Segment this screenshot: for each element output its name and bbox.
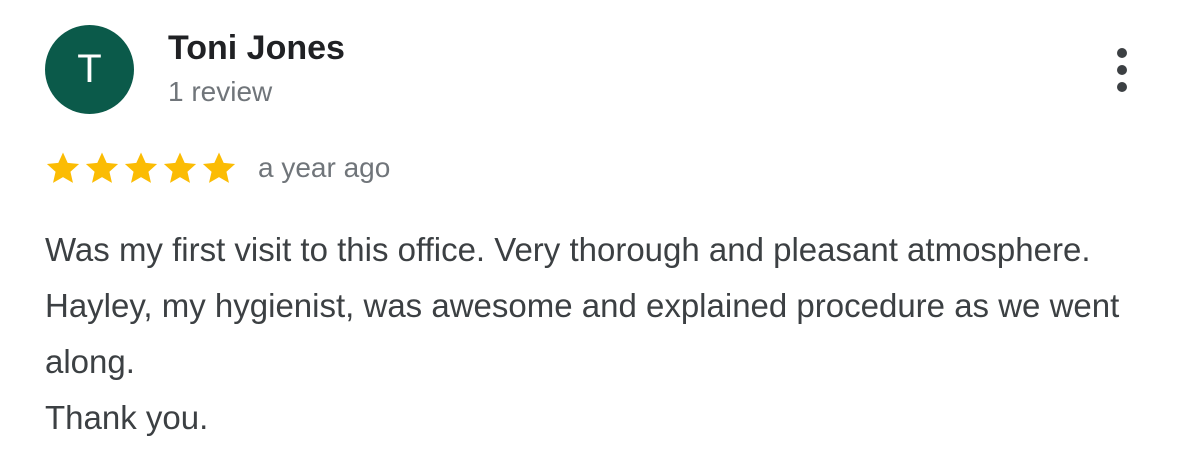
review-count[interactable]: 1 review	[168, 74, 272, 110]
avatar[interactable]: T	[45, 25, 134, 114]
star-icon	[202, 152, 236, 183]
more-vert-icon-dot	[1117, 65, 1127, 75]
rating-row: a year ago	[44, 148, 390, 188]
more-vert-icon-dot	[1117, 82, 1127, 92]
star-icon	[163, 152, 197, 183]
star-icon	[124, 152, 158, 183]
review-date: a year ago	[258, 152, 391, 183]
star-icon	[85, 152, 119, 183]
more-options-button[interactable]	[1104, 40, 1140, 100]
review-card: T Toni Jones 1 review a year ago Was my …	[0, 0, 1200, 469]
reviewer-name[interactable]: Toni Jones	[168, 27, 345, 69]
star-rating	[44, 149, 239, 187]
review-body: Was my first visit to this office. Very …	[45, 222, 1165, 446]
star-icon	[46, 152, 80, 183]
review-text: Was my first visit to this office. Very …	[45, 231, 1120, 380]
review-closing: Thank you.	[45, 399, 209, 436]
more-vert-icon	[1117, 48, 1127, 58]
avatar-initial: T	[77, 47, 102, 91]
